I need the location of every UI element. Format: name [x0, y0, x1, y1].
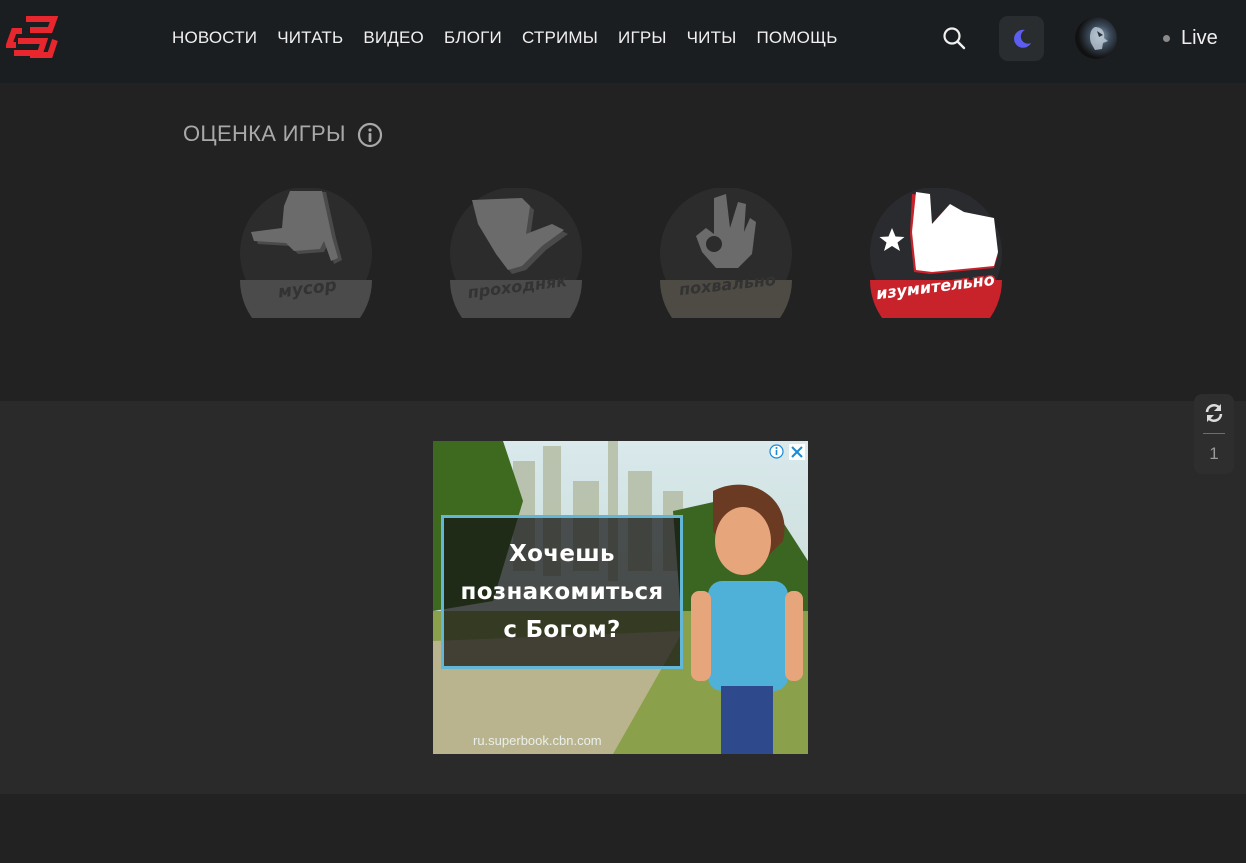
site-logo-icon[interactable]: [6, 15, 58, 61]
ad-text-box: Хочешь познакомиться с Богом?: [441, 515, 683, 669]
rating-option-passable[interactable]: проходняк: [446, 188, 586, 318]
nav-item-read[interactable]: ЧИТАТЬ: [277, 28, 343, 48]
rating-option-amazing[interactable]: изумительно: [866, 188, 1006, 318]
side-widget: 1: [1194, 394, 1234, 474]
ad-url: ru.superbook.cbn.com: [473, 733, 602, 748]
ad-section: Хочешь познакомиться с Богом? ru.superbo…: [0, 401, 1246, 794]
live-link[interactable]: Live: [1163, 27, 1218, 50]
rating-option-trash[interactable]: мусор: [236, 188, 376, 318]
page-bottom-area: [0, 794, 1246, 863]
rating-title: ОЦЕНКА ИГРЫ: [183, 121, 346, 146]
ad-headline-line-2: познакомиться: [460, 579, 664, 605]
site-header: НОВОСТИ ЧИТАТЬ ВИДЕО БЛОГИ СТРИМЫ ИГРЫ Ч…: [0, 0, 1246, 83]
nav-item-help[interactable]: ПОМОЩЬ: [756, 28, 837, 48]
info-icon[interactable]: [357, 122, 383, 148]
theme-toggle-button[interactable]: [999, 16, 1044, 61]
ad-info-icon[interactable]: [769, 444, 784, 459]
user-avatar-image: [1090, 27, 1108, 50]
search-icon[interactable]: [942, 26, 966, 50]
ad-headline-line-3: с Богом?: [503, 617, 621, 643]
side-widget-count: 1: [1209, 444, 1219, 463]
rating-option-praiseworthy[interactable]: похвально: [656, 188, 796, 318]
nav-item-games[interactable]: ИГРЫ: [618, 28, 667, 48]
nav-item-cheats[interactable]: ЧИТЫ: [687, 28, 737, 48]
live-label: Live: [1181, 27, 1218, 49]
nav-item-video[interactable]: ВИДЕО: [363, 28, 424, 48]
nav-item-news[interactable]: НОВОСТИ: [172, 28, 257, 48]
nav-item-streams[interactable]: СТРИМЫ: [522, 28, 598, 48]
side-widget-divider: [1203, 433, 1225, 434]
main-nav: НОВОСТИ ЧИТАТЬ ВИДЕО БЛОГИ СТРИМЫ ИГРЫ Ч…: [172, 0, 858, 76]
ad-banner[interactable]: Хочешь познакомиться с Богом? ru.superbo…: [433, 441, 808, 754]
ad-headline-line-1: Хочешь: [509, 541, 615, 567]
moon-icon: [1013, 29, 1031, 48]
ad-close-icon[interactable]: [789, 444, 805, 460]
nav-item-blogs[interactable]: БЛОГИ: [444, 28, 502, 48]
avatar[interactable]: [1075, 17, 1117, 59]
live-status-dot: [1163, 35, 1170, 42]
game-rating-section: ОЦЕНКА ИГРЫ мусор проходняк похвально из…: [0, 83, 1246, 401]
refresh-icon[interactable]: [1204, 403, 1224, 423]
